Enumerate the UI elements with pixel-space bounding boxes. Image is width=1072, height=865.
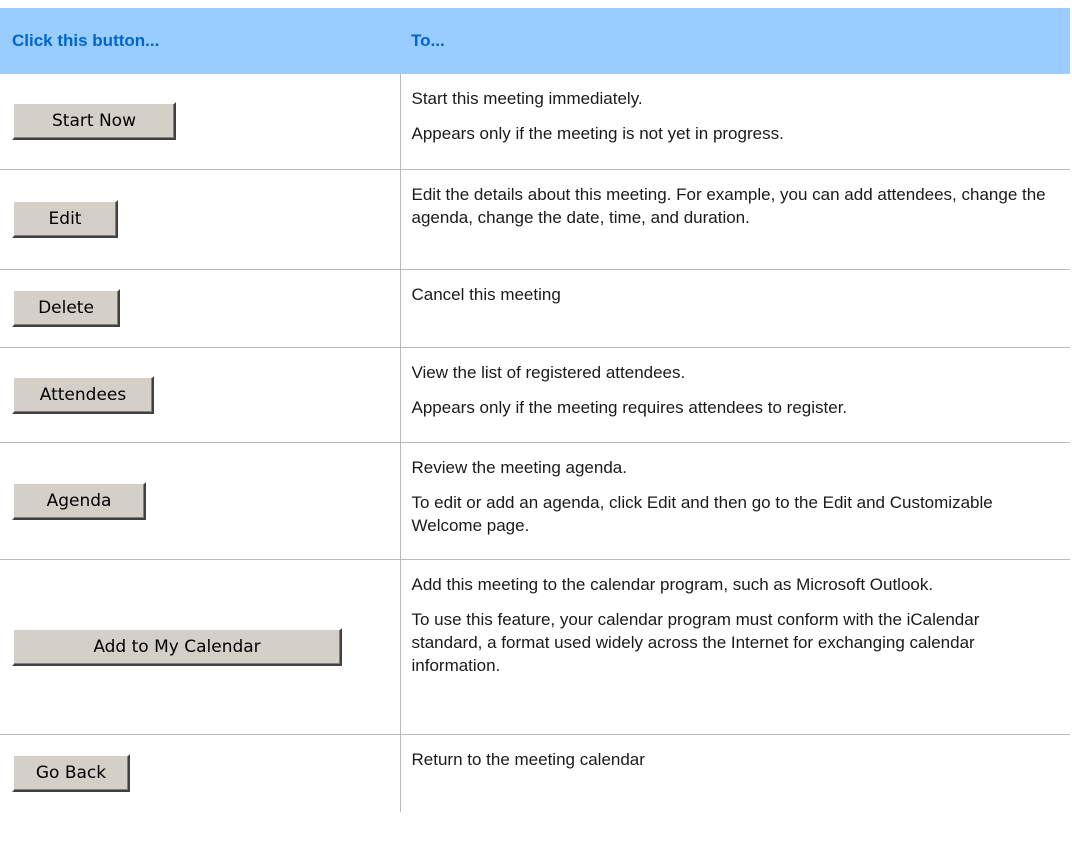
table-row: Agenda Review the meeting agenda. To edi… bbox=[0, 442, 1070, 560]
table-row: Go Back Return to the meeting calendar bbox=[0, 734, 1070, 812]
table-header-row: Click this button... To... bbox=[0, 8, 1070, 74]
description-text: Cancel this meeting bbox=[411, 284, 561, 304]
description-cell: Edit the details about this meeting. For… bbox=[400, 169, 1070, 270]
header-button-column: Click this button... bbox=[0, 8, 400, 74]
attendees-button[interactable]: Attendees bbox=[12, 375, 154, 414]
go-back-button[interactable]: Go Back bbox=[12, 754, 130, 793]
add-to-my-calendar-button[interactable]: Add to My Calendar bbox=[12, 627, 342, 666]
description-note: Appears only if the meeting is not yet i… bbox=[411, 124, 784, 143]
description-text: Start this meeting immediately. bbox=[411, 89, 643, 108]
button-reference-table: Click this button... To... Start Now Sta… bbox=[0, 8, 1070, 812]
description-text: Review the meeting agenda. bbox=[411, 457, 627, 477]
description-cell: Start this meeting immediately. Appears … bbox=[400, 74, 1070, 170]
button-cell: Start Now bbox=[0, 74, 401, 170]
button-cell: Attendees bbox=[0, 347, 401, 443]
delete-button[interactable]: Delete bbox=[12, 289, 120, 327]
description-text: Edit the details about this meeting. For… bbox=[411, 184, 1046, 227]
agenda-button[interactable]: Agenda bbox=[12, 481, 146, 520]
button-cell: Go Back bbox=[0, 734, 401, 812]
button-cell: Edit bbox=[0, 169, 401, 270]
description-cell: Return to the meeting calendar bbox=[400, 734, 1070, 812]
table-row: Attendees View the list of registered at… bbox=[0, 347, 1070, 443]
button-cell: Add to My Calendar bbox=[0, 559, 401, 735]
button-cell: Agenda bbox=[0, 442, 401, 560]
description-note: To edit or add an agenda, click Edit and… bbox=[411, 492, 993, 535]
edit-button[interactable]: Edit bbox=[12, 200, 118, 238]
table-row: Add to My Calendar Add this meeting to t… bbox=[0, 559, 1070, 735]
description-note: To use this feature, your calendar progr… bbox=[411, 609, 980, 675]
start-now-button[interactable]: Start Now bbox=[12, 102, 176, 141]
description-note: Appears only if the meeting requires att… bbox=[411, 397, 848, 417]
table-row: Edit Edit the details about this meeting… bbox=[0, 169, 1070, 270]
button-cell: Delete bbox=[0, 269, 401, 348]
description-text: Add this meeting to the calendar program… bbox=[411, 574, 934, 594]
table-row: Start Now Start this meeting immediately… bbox=[0, 74, 1070, 170]
table-row: Delete Cancel this meeting bbox=[0, 269, 1070, 348]
description-cell: Review the meeting agenda. To edit or ad… bbox=[400, 442, 1070, 560]
description-text: View the list of registered attendees. bbox=[411, 362, 686, 382]
description-text: Return to the meeting calendar bbox=[411, 749, 645, 769]
description-cell: View the list of registered attendees. A… bbox=[400, 347, 1070, 443]
description-cell: Cancel this meeting bbox=[400, 269, 1070, 348]
description-cell: Add this meeting to the calendar program… bbox=[400, 559, 1070, 735]
header-action-column: To... bbox=[400, 8, 1070, 74]
